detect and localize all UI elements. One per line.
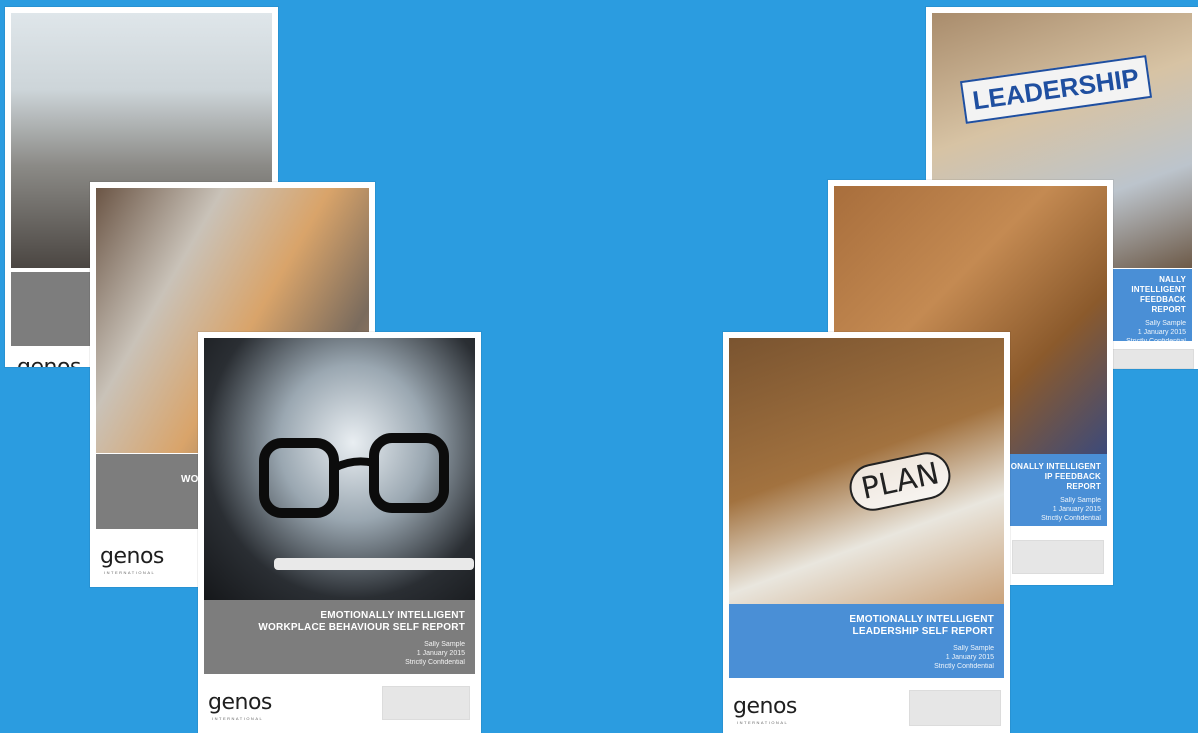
- cover-title-line2: WORKPLACE BEHAVIOUR SELF REPORT: [258, 622, 465, 633]
- cover-date: 1 January 2015: [945, 654, 994, 661]
- cover-name: Sally Sample: [424, 641, 465, 648]
- cover-date: 1 January 2015: [416, 650, 465, 657]
- cover-confidential: Strictly Confidential: [405, 659, 465, 666]
- cover-title-line2: IP FEEDBACK REPORT: [1044, 472, 1101, 491]
- genos-logo: genos: [208, 690, 272, 715]
- accreditation-stamp: [1012, 540, 1104, 574]
- cover-name: Sally Sample: [953, 645, 994, 652]
- genos-logo-subtitle: INTERNATIONAL: [104, 570, 156, 575]
- genos-logo-subtitle: INTERNATIONAL: [737, 720, 789, 725]
- cover-date: 1 January 2015: [1137, 329, 1186, 336]
- cover-title-band: EMOTIONALLY INTELLIGENT WORKPLACE BEHAVI…: [204, 600, 475, 674]
- genos-logo: genos: [733, 694, 797, 719]
- cover-title-band: IONALLY INTELLIGENT IP FEEDBACK REPORT S…: [1008, 454, 1107, 526]
- report-cover-leadership-self: PLAN EMOTIONALLY INTELLIGENT LEADERSHIP …: [723, 332, 1010, 733]
- plan-notebook-photo: PLAN: [729, 338, 1004, 604]
- accreditation-stamp: [909, 690, 1001, 726]
- cover-title-line1: EMOTIONALLY INTELLIGENT: [849, 614, 994, 625]
- glasses-photo: [204, 338, 475, 600]
- report-cover-workplace-behaviour: EMOTIONALLY INTELLIGENT WORKPLACE BEHAVI…: [198, 332, 481, 733]
- cover-date: 1 January 2015: [1052, 506, 1101, 513]
- cover-title-line1: IONALLY INTELLIGENT: [1008, 462, 1101, 471]
- cover-title-line2: LEADERSHIP SELF REPORT: [852, 626, 994, 637]
- cover-title-line1: NALLY INTELLIGENT: [1131, 275, 1186, 294]
- genos-logo: genos: [17, 355, 81, 367]
- genos-logo-subtitle: INTERNATIONAL: [212, 716, 264, 721]
- accreditation-stamp: [382, 686, 470, 720]
- leadership-screen-text: LEADERSHIP: [959, 55, 1152, 124]
- cover-name: Sally Sample: [1145, 320, 1186, 327]
- glasses-icon: [259, 433, 474, 570]
- cover-confidential: Strictly Confidential: [1126, 338, 1186, 345]
- cover-title-line1: EMOTIONALLY INTELLIGENT: [320, 610, 465, 621]
- accreditation-stamp: [1112, 349, 1194, 369]
- cover-name: Sally Sample: [1060, 497, 1101, 504]
- cover-confidential: Strictly Confidential: [1041, 515, 1101, 522]
- cover-title-line2: FEEDBACK REPORT: [1139, 295, 1186, 314]
- cover-title-band: EMOTIONALLY INTELLIGENT LEADERSHIP SELF …: [729, 604, 1004, 678]
- genos-logo: genos: [100, 544, 164, 569]
- cover-title-band: NALLY INTELLIGENT FEEDBACK REPORT Sally …: [1112, 269, 1192, 345]
- cover-confidential: Strictly Confidential: [934, 663, 994, 670]
- plan-notebook-text: PLAN: [845, 447, 956, 516]
